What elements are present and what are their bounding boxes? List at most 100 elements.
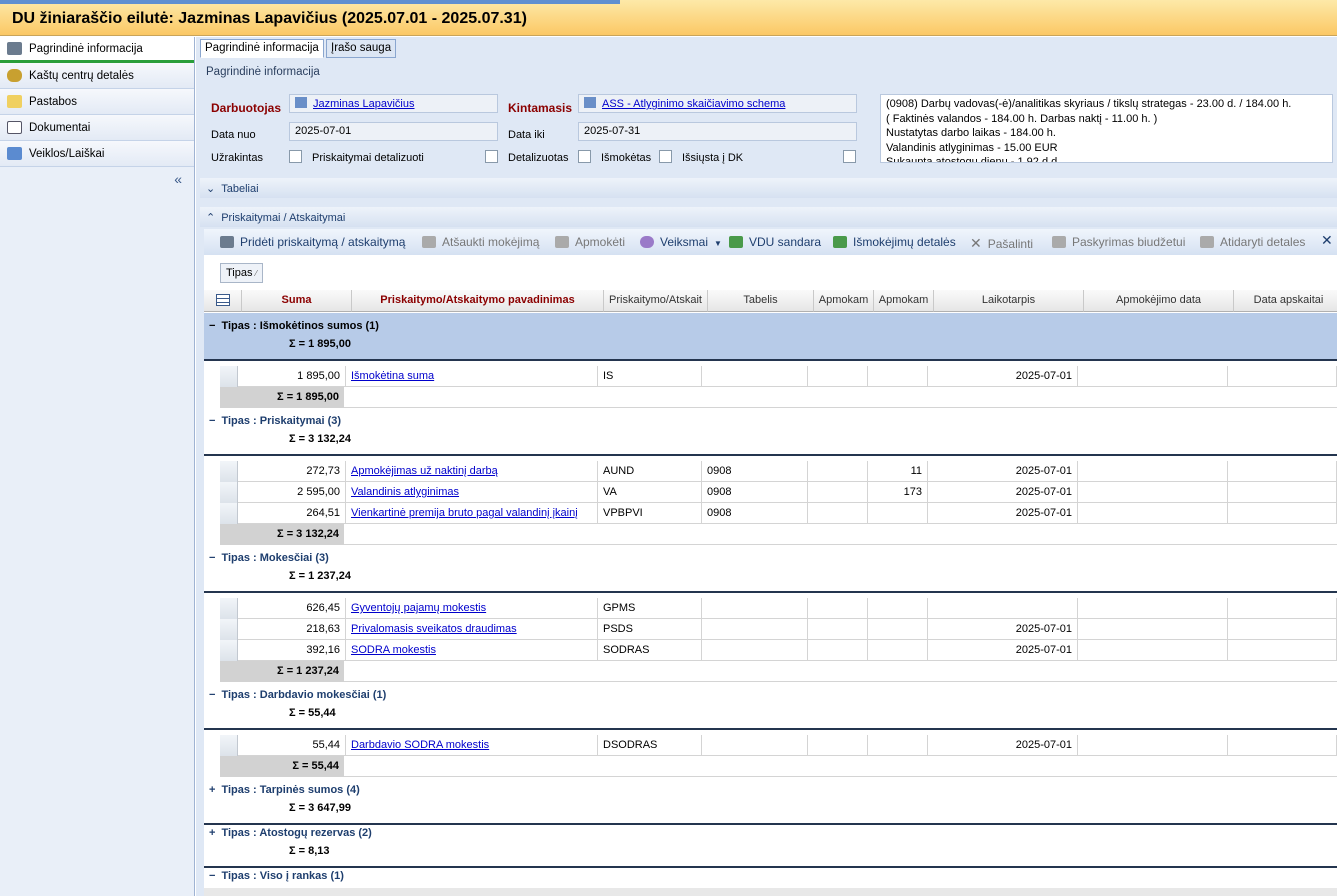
collapse-icon[interactable]: −: [209, 689, 215, 701]
section-accruals-header[interactable]: ⌃ Priskaitymai / Atskaitymai: [200, 207, 1337, 227]
sidebar-item-main-info[interactable]: Pagrindinė informacija: [0, 37, 194, 63]
paid-checkbox[interactable]: [659, 150, 672, 163]
column-header-paid-2[interactable]: Apmokam: [874, 290, 934, 312]
button-label: Pridėti priskaitymą / atskaitymą: [240, 235, 406, 249]
detailed-accruals-checkbox[interactable]: [485, 150, 498, 163]
add-accrual-button[interactable]: Pridėti priskaitymą / atskaitymą: [220, 235, 405, 249]
row-selector[interactable]: [220, 640, 238, 661]
tab-record-security[interactable]: Įrašo sauga: [326, 39, 397, 58]
row-selector[interactable]: [220, 503, 238, 524]
accrual-link[interactable]: Privalomasis sveikatos draudimas: [351, 623, 517, 635]
group-by-chip[interactable]: Tipas ⁄: [220, 263, 263, 283]
collapse-sidebar-icon[interactable]: «: [174, 171, 182, 187]
sidebar-item-label: Veiklos/Laiškai: [29, 147, 105, 160]
sidebar-item-activities[interactable]: Veiklos/Laiškai: [0, 141, 194, 167]
table-cell: 272,73: [242, 461, 346, 482]
collapse-icon[interactable]: −: [209, 552, 215, 564]
column-header-code[interactable]: Priskaitymo/Atskait: [604, 290, 708, 312]
row-selector[interactable]: [220, 735, 238, 756]
group-row[interactable]: − Tipas : Darbdavio mokesčiai (1) Σ = 55,4…: [204, 682, 1337, 730]
column-header-period[interactable]: Laikotarpis: [934, 290, 1084, 312]
group-row[interactable]: + Tipas : Atostogų rezervas (2) Σ = 8,13: [204, 820, 1337, 868]
group-row[interactable]: − Tipas : Priskaitymai (3) Σ = 3 132,24: [204, 408, 1337, 456]
column-header-paid-1[interactable]: Apmokam: [814, 290, 874, 312]
sidebar-item-notes[interactable]: Pastabos: [0, 89, 194, 115]
group-row[interactable]: − Tipas : Mokesčiai (3) Σ = 1 237,24: [204, 545, 1337, 593]
pay-button[interactable]: Apmokėti: [555, 235, 625, 249]
accrual-link[interactable]: SODRA mokestis: [351, 644, 436, 656]
date-to-field[interactable]: 2025-07-31: [578, 122, 857, 141]
expand-icon[interactable]: +: [209, 784, 215, 796]
accrual-link[interactable]: Darbdavio SODRA mokestis: [351, 739, 489, 751]
sidebar-item-documents[interactable]: Dokumentai: [0, 115, 194, 141]
table-cell: [868, 735, 928, 756]
accrual-link[interactable]: Gyventojų pajamų mokestis: [351, 602, 486, 614]
table-row[interactable]: 55,44 Darbdavio SODRA mokestis DSODRAS 2025…: [220, 735, 1337, 756]
note-icon: [7, 95, 22, 108]
table-cell: [808, 640, 868, 661]
detailed-checkbox[interactable]: [578, 150, 591, 163]
table-cell: Privalomasis sveikatos draudimas: [346, 619, 598, 640]
employee-field[interactable]: Jazminas Lapavičius: [289, 94, 498, 113]
column-header-tabelis[interactable]: Tabelis: [708, 290, 814, 312]
date-from-field[interactable]: 2025-07-01: [289, 122, 498, 141]
tab-strip: Pagrindinė informacija Įrašo sauga: [196, 37, 1337, 58]
info-line: Sukaupta atostogų dienų - 1.92 d.d.: [886, 156, 1061, 163]
horizontal-scrollbar[interactable]: [204, 888, 1337, 896]
schema-icon: [584, 97, 596, 108]
sidebar-item-label: Pastabos: [29, 95, 77, 108]
row-selector[interactable]: [220, 366, 238, 387]
tab-main-info[interactable]: Pagrindinė informacija: [200, 39, 324, 58]
accrual-link[interactable]: Išmokėtina suma: [351, 370, 434, 382]
actions-dropdown[interactable]: Veiksmai ▼: [640, 235, 722, 249]
collapse-icon[interactable]: −: [209, 415, 215, 427]
row-selector[interactable]: [220, 482, 238, 503]
accrual-link[interactable]: Valandinis atlyginimas: [351, 486, 459, 498]
group-footer-sum: Σ = 3 132,24: [220, 524, 344, 545]
column-chooser-icon[interactable]: [204, 290, 242, 312]
row-selector[interactable]: [220, 598, 238, 619]
info-line: Valandinis atlyginimas - 15.00 EUR: [886, 141, 1058, 154]
column-header-sum[interactable]: Suma: [242, 290, 352, 312]
open-details-button[interactable]: Atidaryti detales: [1200, 235, 1305, 249]
row-selector[interactable]: [220, 619, 238, 640]
section-tables-header[interactable]: ⌄ Tabeliai: [200, 178, 1337, 198]
table-row[interactable]: 272,73 Apmokėjimas už naktinį darbą AUND 09…: [220, 461, 1337, 482]
table-row[interactable]: 218,63 Privalomasis sveikatos draudimas PS…: [220, 619, 1337, 640]
table-row[interactable]: 626,45 Gyventojų pajamų mokestis GPMS: [220, 598, 1337, 619]
group-title: + Tipas : Tarpinės sumos (4): [209, 784, 360, 796]
expand-icon[interactable]: +: [209, 827, 215, 839]
accrual-link[interactable]: Apmokėjimas už naktinį darbą: [351, 465, 498, 477]
table-row[interactable]: 2 595,00 Valandinis atlyginimas VA 0908 173 2…: [220, 482, 1337, 503]
table-cell: 2025-07-01: [928, 503, 1078, 524]
variable-field[interactable]: ASS - Atlyginimo skaičiavimo schema: [578, 94, 857, 113]
payout-details-button[interactable]: Išmokėjimų detalės: [833, 235, 956, 249]
sidebar-item-cost-centers[interactable]: Kaštų centrų detalės: [0, 63, 194, 89]
table-row[interactable]: 1 895,00 Išmokėtina suma IS 2025-07-01: [220, 366, 1337, 387]
group-row[interactable]: − Tipas : Išmokėtinos sumos (1) Σ = 1 895,…: [204, 313, 1337, 361]
table-row[interactable]: 392,16 SODRA mokestis SODRAS 2025-07-01: [220, 640, 1337, 661]
budget-assignment-button[interactable]: Paskyrimas biudžetui: [1052, 235, 1185, 249]
row-selector[interactable]: [220, 461, 238, 482]
delete-button[interactable]: ✕ Pašalinti: [970, 235, 1033, 252]
table-cell: AUND: [598, 461, 702, 482]
collapse-icon[interactable]: −: [209, 870, 215, 882]
collapse-icon[interactable]: −: [209, 320, 215, 332]
table-cell: [868, 640, 928, 661]
group-row[interactable]: + Tipas : Tarpinės sumos (4) Σ = 3 647,99: [204, 777, 1337, 825]
vdu-structure-button[interactable]: VDU sandara: [729, 235, 821, 249]
group-title: + Tipas : Atostogų rezervas (2): [209, 827, 372, 839]
close-icon[interactable]: ✕: [1321, 232, 1333, 249]
variable-link[interactable]: ASS - Atlyginimo skaičiavimo schema: [602, 98, 785, 110]
column-header-name[interactable]: Priskaitymo/Atskaitymo pavadinimas: [352, 290, 604, 312]
posted-checkbox[interactable]: [843, 150, 856, 163]
table-cell: 2025-07-01: [928, 482, 1078, 503]
table-row[interactable]: 264,51 Vienkartinė premija bruto pagal va…: [220, 503, 1337, 524]
accrual-link[interactable]: Vienkartinė premija bruto pagal valandin…: [351, 507, 578, 519]
table-cell: [1228, 735, 1337, 756]
column-header-payment-date[interactable]: Apmokėjimo data: [1084, 290, 1234, 312]
column-header-accounting-date[interactable]: Data apskaitai: [1234, 290, 1337, 312]
cancel-payment-button[interactable]: Atšaukti mokėjimą: [422, 235, 539, 249]
locked-checkbox[interactable]: [289, 150, 302, 163]
employee-link[interactable]: Jazminas Lapavičius: [313, 98, 415, 110]
